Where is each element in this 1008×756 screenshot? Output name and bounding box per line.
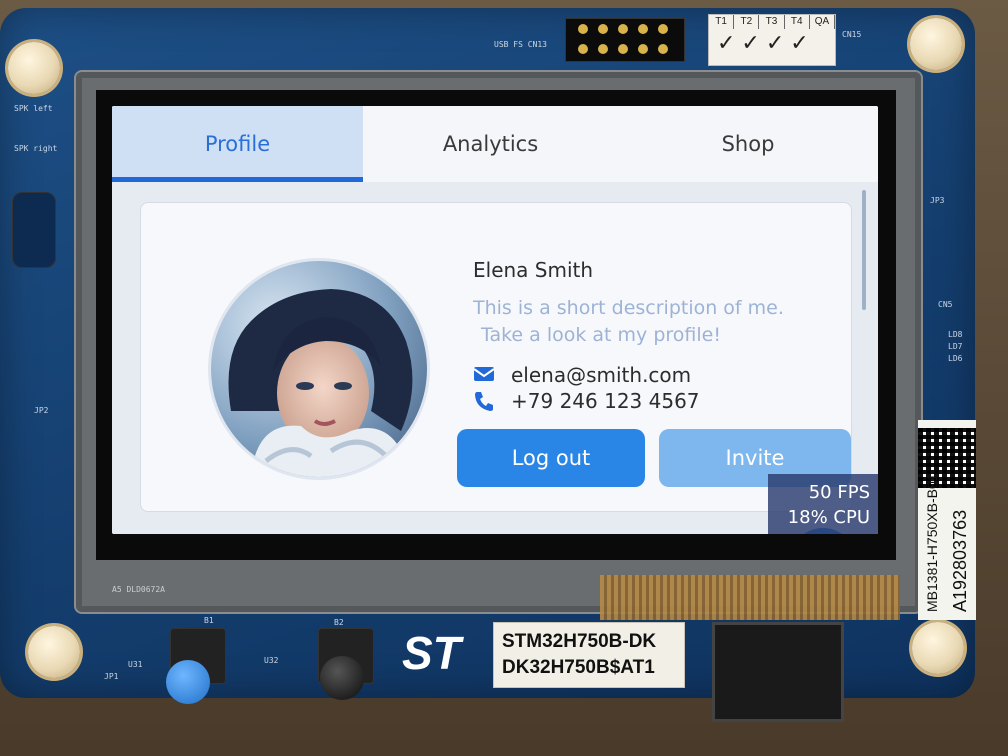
tab-profile[interactable]: Profile <box>112 106 363 182</box>
test-checks: ✓✓✓✓ <box>717 30 815 55</box>
test-cell: T2 <box>734 15 760 29</box>
tab-label: Profile <box>204 132 271 156</box>
description-line: Take a look at my profile! <box>481 324 721 346</box>
silk-usb: USB FS CN13 <box>494 40 547 49</box>
avatar <box>211 261 427 477</box>
side-connector <box>12 192 56 268</box>
mount-hole-bottom-left <box>28 626 80 678</box>
header-pin <box>598 44 608 54</box>
performance-monitor: 50 FPS 18% CPU <box>768 474 878 534</box>
phone-text: +79 246 123 4567 <box>511 389 700 413</box>
logout-button[interactable]: Log out <box>457 429 645 487</box>
silk-jp1: JP1 <box>104 672 119 681</box>
silk-b1: B1 <box>204 616 214 625</box>
silk-spk-right: SPK right <box>14 144 58 153</box>
test-cell: T4 <box>785 15 810 29</box>
profile-name: Elena Smith <box>473 258 594 282</box>
part-code: DK32H750B$AT1 <box>502 657 655 678</box>
test-cell: T1 <box>709 15 735 29</box>
lcd-flex-cable <box>600 575 900 620</box>
phone-row: +79 246 123 4567 <box>473 389 700 413</box>
header-pin <box>658 44 668 54</box>
header-pin <box>578 44 588 54</box>
silk-ld6: LD6 <box>948 354 963 363</box>
header-pin <box>618 44 628 54</box>
mount-hole-bottom-right <box>912 622 964 674</box>
tab-label: Analytics <box>442 132 539 156</box>
cpu-readout: 18% CPU <box>787 507 870 528</box>
description-line: This is a short description of me. <box>473 297 784 319</box>
ethernet-port <box>712 622 844 722</box>
silk-jp3: JP3 <box>930 196 945 205</box>
silk-jp2: JP2 <box>34 406 49 415</box>
part-number: STM32H750B-DK <box>502 631 657 652</box>
header-pin <box>658 24 668 34</box>
email-row: elena@smith.com <box>473 363 691 387</box>
silk-u32: U32 <box>264 656 279 665</box>
silk-cn15: CN15 <box>842 30 862 39</box>
silk-cn5: CN5 <box>938 300 953 309</box>
board-revision: MB1381-H750XB-B01 <box>924 473 940 612</box>
envelope-icon <box>473 364 495 386</box>
tab-bar: Profile Analytics Shop <box>112 106 878 182</box>
part-number-label: STM32H750B-DK DK32H750B$AT1 <box>493 622 685 688</box>
silk-lcd-code: A5 DLD0672A <box>112 585 165 594</box>
profile-card: Elena Smith This is a short description … <box>140 202 852 512</box>
header-pin <box>618 24 628 34</box>
header-pin <box>578 24 588 34</box>
email-text: elena@smith.com <box>511 363 692 387</box>
header-pin <box>598 24 608 34</box>
fps-readout: 50 FPS <box>808 482 870 503</box>
test-label: T1 T2 T3 T4 QA ✓✓✓✓ <box>708 14 836 66</box>
silk-ld7: LD7 <box>948 342 963 351</box>
tab-shop[interactable]: Shop <box>618 106 878 182</box>
profile-description: This is a short description of me. Take … <box>473 295 873 349</box>
lcd-screen: Profile Analytics Shop Elena Smith This … <box>112 106 878 534</box>
test-cell: T3 <box>759 15 785 29</box>
reset-button-black[interactable] <box>320 656 364 700</box>
tab-label: Shop <box>721 132 775 156</box>
st-logo: ST <box>402 627 461 679</box>
test-cell: QA <box>810 15 836 29</box>
silk-spk-left: SPK left <box>14 104 53 113</box>
tab-content[interactable]: Elena Smith This is a short description … <box>112 182 878 534</box>
header-pin <box>638 24 648 34</box>
phone-icon <box>473 390 495 412</box>
serial-number: A192803763 <box>950 509 970 612</box>
avatar-image <box>211 261 427 477</box>
silk-u31: U31 <box>128 660 143 669</box>
mount-hole-top-left <box>8 42 60 94</box>
silk-ld8: LD8 <box>948 330 963 339</box>
user-button-blue[interactable] <box>166 660 210 704</box>
silk-b2: B2 <box>334 618 344 627</box>
scrollbar[interactable] <box>862 190 866 310</box>
mount-hole-top-right <box>910 18 962 70</box>
header-pin <box>638 44 648 54</box>
tab-analytics[interactable]: Analytics <box>363 106 618 182</box>
